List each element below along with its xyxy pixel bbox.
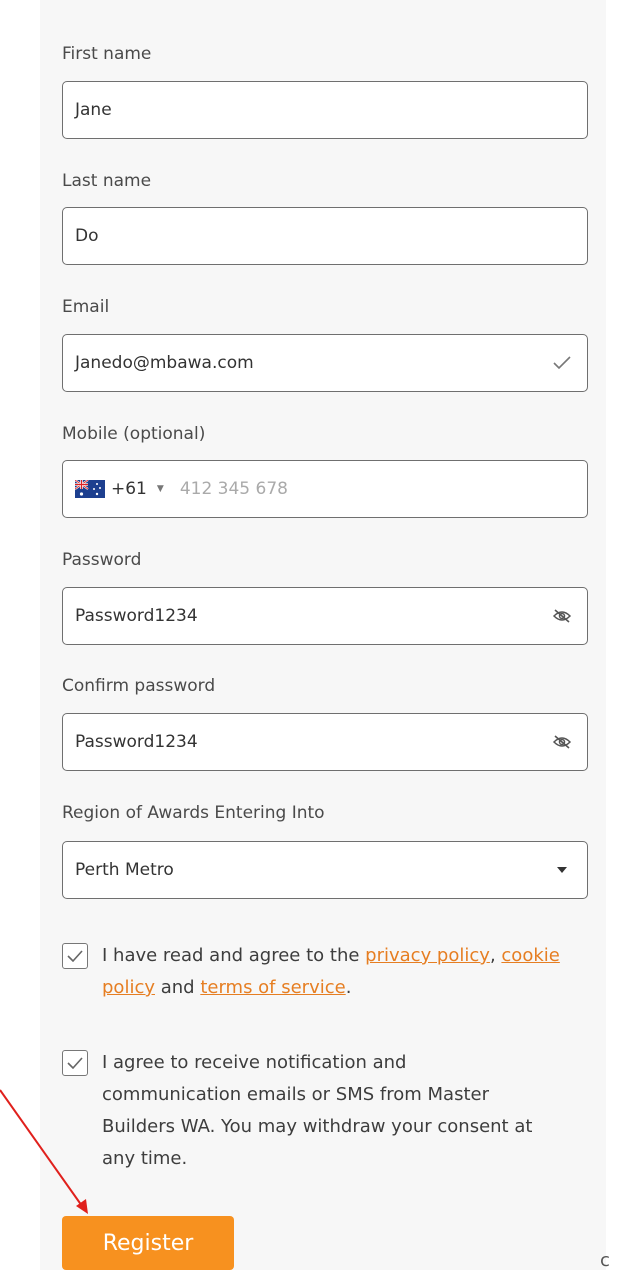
email-input[interactable]: Janedo@mbawa.com bbox=[62, 334, 588, 392]
last-name-label: Last name bbox=[62, 171, 152, 191]
consent-terms-intro: I have read and agree to the bbox=[102, 945, 366, 966]
region-label: Region of Awards Entering Into bbox=[62, 803, 325, 823]
confirm-password-label: Confirm password bbox=[62, 676, 216, 696]
checkmark-icon bbox=[551, 352, 573, 374]
mobile-input[interactable]: +61 ▼ 412 345 678 bbox=[62, 460, 588, 518]
caret-down-icon: ▼ bbox=[156, 484, 164, 494]
eye-slash-icon[interactable] bbox=[551, 731, 573, 753]
consent-terms-row: I have read and agree to the privacy pol… bbox=[62, 940, 588, 1004]
caret-down-icon bbox=[551, 859, 573, 881]
eye-slash-icon[interactable] bbox=[551, 605, 573, 627]
confirm-password-value: Password1234 bbox=[75, 732, 198, 752]
region-selected-value: Perth Metro bbox=[75, 860, 174, 880]
password-label: Password bbox=[62, 550, 142, 570]
mobile-label: Mobile (optional) bbox=[62, 424, 206, 444]
region-select[interactable]: Perth Metro bbox=[62, 841, 588, 899]
and-text: and bbox=[155, 977, 201, 998]
consent-terms-checkbox[interactable] bbox=[62, 943, 88, 969]
confirm-password-input[interactable]: Password1234 bbox=[62, 713, 588, 771]
consent-notifications-row: I agree to receive notification and comm… bbox=[62, 1047, 588, 1175]
password-value: Password1234 bbox=[75, 606, 198, 626]
consent-notifications-checkbox[interactable] bbox=[62, 1050, 88, 1076]
register-button[interactable]: Register bbox=[62, 1216, 234, 1270]
email-value: Janedo@mbawa.com bbox=[75, 353, 254, 373]
first-name-label: First name bbox=[62, 44, 152, 64]
country-code-selector[interactable]: +61 ▼ 412 345 678 bbox=[75, 479, 288, 499]
edge-glyph: c bbox=[600, 1250, 610, 1271]
country-code: +61 bbox=[111, 479, 147, 499]
australia-flag-icon bbox=[75, 480, 105, 498]
first-name-input[interactable]: Jane bbox=[62, 81, 588, 139]
last-name-value: Do bbox=[75, 226, 99, 246]
terms-of-service-link[interactable]: terms of service bbox=[200, 977, 345, 998]
period-text: . bbox=[345, 977, 352, 998]
privacy-policy-link[interactable]: privacy policy bbox=[365, 945, 490, 966]
comma-text: , bbox=[489, 945, 496, 966]
password-input[interactable]: Password1234 bbox=[62, 587, 588, 645]
first-name-value: Jane bbox=[75, 100, 112, 120]
checkmark-icon bbox=[67, 950, 83, 962]
consent-notifications-text: I agree to receive notification and comm… bbox=[102, 1052, 533, 1169]
email-label: Email bbox=[62, 297, 110, 317]
consent-terms-text: I have read and agree to the privacy pol… bbox=[102, 940, 588, 1004]
last-name-input[interactable]: Do bbox=[62, 207, 588, 265]
checkmark-icon bbox=[67, 1057, 83, 1069]
mobile-placeholder: 412 345 678 bbox=[179, 479, 288, 499]
